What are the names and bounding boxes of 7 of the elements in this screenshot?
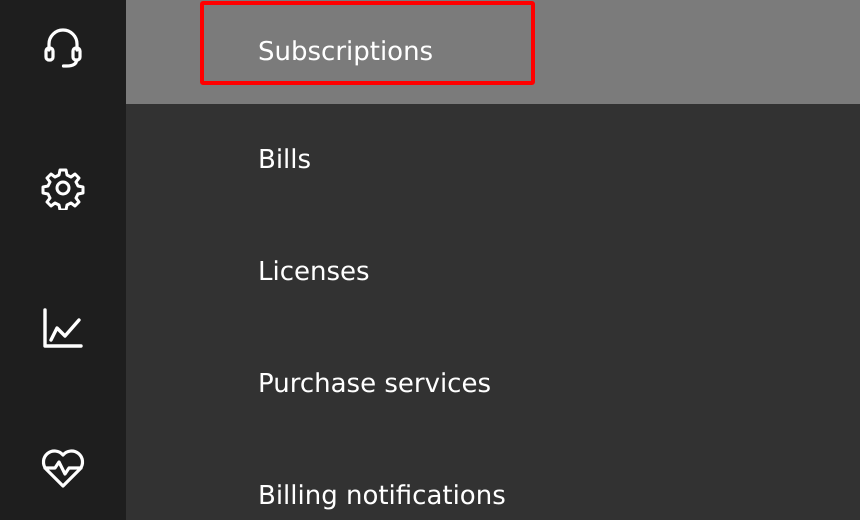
menu-item[interactable]: Bills bbox=[126, 104, 860, 216]
line-chart-icon[interactable] bbox=[41, 306, 85, 350]
menu-item[interactable]: Billing notifications bbox=[126, 440, 860, 520]
menu-item[interactable]: Purchase services bbox=[126, 328, 860, 440]
settings-icon[interactable] bbox=[41, 166, 85, 210]
menu-item[interactable]: Licenses bbox=[126, 216, 860, 328]
menu-item[interactable]: Subscriptions bbox=[126, 0, 860, 104]
